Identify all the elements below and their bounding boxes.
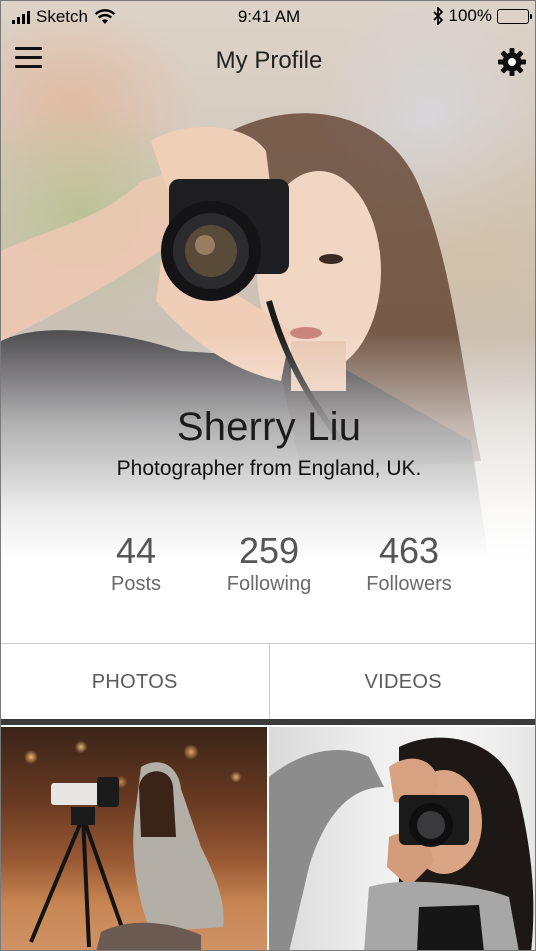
tab-photos[interactable]: PHOTOS xyxy=(1,644,269,719)
profile-screen: Sketch 9:41 AM 100% My Profile Sherry Li… xyxy=(0,0,536,951)
stat-posts-label: Posts xyxy=(110,573,162,595)
photo-tile[interactable] xyxy=(269,727,535,950)
photo-camera-woman-image xyxy=(269,737,534,950)
photo-tripod-image xyxy=(29,762,224,950)
battery-percent: 100% xyxy=(448,6,492,25)
stat-posts[interactable]: 44 Posts xyxy=(66,531,206,596)
stat-followers-label: Followers xyxy=(366,573,452,595)
stat-followers-value: 463 xyxy=(378,530,440,571)
stat-following-label: Following xyxy=(226,573,312,595)
navigation-bar: My Profile xyxy=(1,37,535,85)
bluetooth-icon xyxy=(432,7,443,25)
stat-following[interactable]: 259 Following xyxy=(199,531,339,596)
status-right: 100% xyxy=(432,6,532,26)
media-tabs: PHOTOS VIDEOS xyxy=(1,643,536,719)
stat-followers[interactable]: 463 Followers xyxy=(339,531,479,596)
tab-videos[interactable]: VIDEOS xyxy=(268,644,536,719)
photo-tile[interactable] xyxy=(1,727,267,950)
status-bar: Sketch 9:41 AM 100% xyxy=(1,1,535,33)
profile-stats: 44 Posts 259 Following 463 Followers xyxy=(1,531,535,601)
tab-divider-bar xyxy=(1,719,535,725)
stat-following-value: 259 xyxy=(238,530,300,571)
page-title: My Profile xyxy=(215,47,323,74)
profile-name: Sherry Liu xyxy=(176,405,362,449)
battery-icon xyxy=(497,8,532,24)
stat-posts-value: 44 xyxy=(115,530,157,571)
gear-icon[interactable] xyxy=(497,47,527,77)
photo-grid xyxy=(1,727,535,950)
profile-bio: Photographer from England, UK. xyxy=(116,457,422,480)
